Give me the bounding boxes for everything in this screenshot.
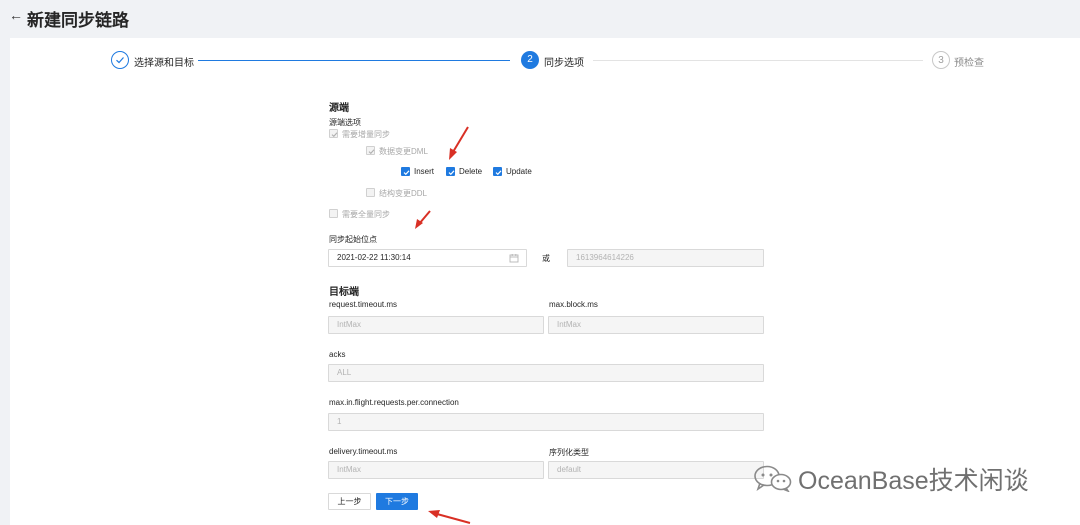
annotation-arrow-2-icon [415, 210, 431, 229]
watermark-text: OceanBase技术闲谈 [798, 467, 1029, 495]
annotation-arrow-1-icon [449, 126, 469, 160]
annotation-arrow-3-icon [428, 510, 471, 524]
annotation-arrows [415, 126, 471, 524]
wechat-logo-icon [754, 465, 792, 492]
